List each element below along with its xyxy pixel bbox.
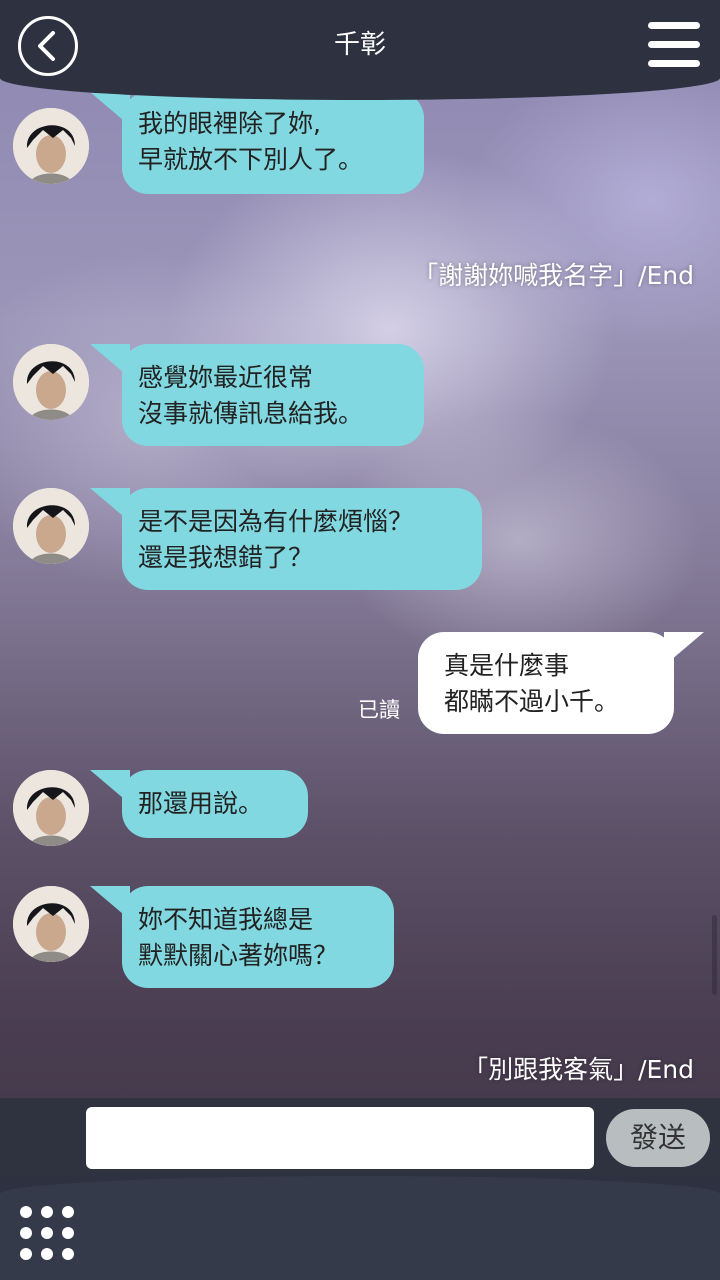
grid-dot xyxy=(20,1206,32,1218)
message-line: 早就放不下別人了。 xyxy=(138,145,364,174)
message-line: 真是什麼事 xyxy=(444,651,570,680)
avatar-portrait-icon xyxy=(13,886,89,962)
avatar-portrait-icon xyxy=(13,770,89,846)
avatar[interactable] xyxy=(13,108,89,184)
bubble-tail xyxy=(90,488,130,522)
bubble-tail xyxy=(90,92,130,126)
message-input[interactable] xyxy=(86,1107,594,1169)
incoming-bubble: 妳不知道我總是 默默關心著妳嗎？ xyxy=(90,886,394,988)
avatar[interactable] xyxy=(13,488,89,564)
message-line: 我的眼裡除了妳, xyxy=(138,109,321,138)
avatar[interactable] xyxy=(13,886,89,962)
grid-dot xyxy=(62,1248,74,1260)
system-message: 「別跟我客氣」/End xyxy=(463,1055,694,1084)
menu-button[interactable] xyxy=(648,22,700,68)
bubble-tail xyxy=(90,770,130,804)
message-line: 都瞞不過小千。 xyxy=(444,687,620,716)
message-line: 感覺妳最近很常 xyxy=(138,363,314,392)
grid-dot xyxy=(20,1248,32,1260)
grid-menu-icon[interactable] xyxy=(20,1206,74,1260)
avatar-portrait-icon xyxy=(13,344,89,420)
chat-title: 千彰 xyxy=(333,30,386,60)
grid-dot xyxy=(62,1206,74,1218)
message-line: 默默關心著妳嗎？ xyxy=(138,941,339,970)
incoming-bubble: 感覺妳最近很常 沒事就傳訊息給我。 xyxy=(90,344,424,446)
grid-dot xyxy=(41,1227,53,1239)
bubble-tail xyxy=(664,632,704,666)
incoming-bubble: 那還用說。 xyxy=(90,770,308,838)
outgoing-bubble: 真是什麼事 都瞞不過小千。 xyxy=(418,632,704,734)
avatar-portrait-icon xyxy=(13,488,89,564)
incoming-bubble: 是不是因為有什麼煩惱？ 還是我想錯了？ xyxy=(90,488,482,590)
app-header: 千彰 xyxy=(0,0,720,100)
incoming-bubble: 我的眼裡除了妳, 早就放不下別人了。 xyxy=(90,92,424,194)
system-message: 「謝謝妳喊我名字」/End xyxy=(413,261,694,290)
grid-dot xyxy=(41,1206,53,1218)
grid-dot xyxy=(41,1248,53,1260)
hamburger-menu-icon xyxy=(648,22,700,29)
avatar-portrait-icon xyxy=(13,108,89,184)
message-line: 是不是因為有什麼煩惱？ xyxy=(138,507,414,536)
message-line: 妳不知道我總是 xyxy=(138,905,314,934)
hamburger-line xyxy=(648,60,700,67)
read-receipt: 已讀 xyxy=(358,698,400,722)
avatar[interactable] xyxy=(13,344,89,420)
hamburger-line xyxy=(648,41,700,48)
grid-dot xyxy=(62,1227,74,1239)
send-button[interactable]: 發送 xyxy=(606,1109,710,1167)
message-line: 沒事就傳訊息給我。 xyxy=(138,399,364,428)
bubble-tail xyxy=(90,344,130,378)
scrollbar[interactable] xyxy=(712,915,717,995)
grid-dot xyxy=(20,1227,32,1239)
bottom-bar xyxy=(0,1176,720,1280)
avatar[interactable] xyxy=(13,770,89,846)
bubble-tail xyxy=(90,886,130,920)
message-line: 那還用說。 xyxy=(138,789,264,818)
message-line: 還是我想錯了？ xyxy=(138,543,314,572)
